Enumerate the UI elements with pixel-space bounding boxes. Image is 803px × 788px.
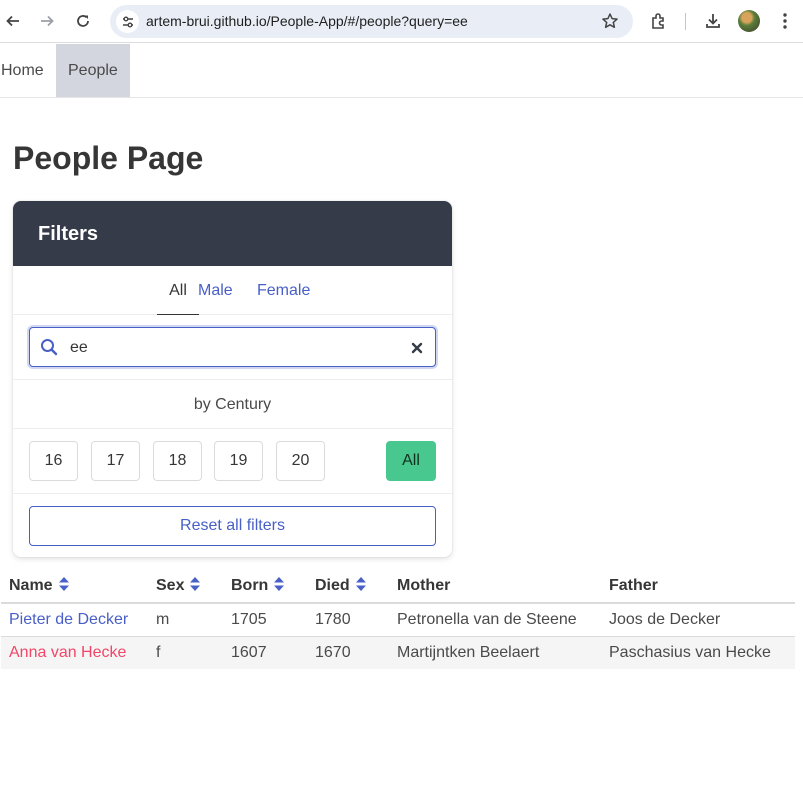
person-mother-cell: Martijntken Beelaert: [389, 636, 601, 669]
century-all-button[interactable]: All: [386, 441, 436, 481]
nav-people-link[interactable]: People: [56, 44, 130, 97]
column-header-label: Sex: [156, 576, 185, 594]
menu-kebab-icon[interactable]: [772, 8, 798, 34]
search-block: ee: [13, 315, 452, 380]
person-born-cell: 1607: [223, 636, 307, 669]
sort-icon[interactable]: [58, 576, 69, 596]
person-born-cell: 1705: [223, 603, 307, 637]
person-father-cell: Paschasius van Hecke: [601, 636, 795, 669]
person-sex-cell: f: [148, 636, 223, 669]
reload-icon[interactable]: [70, 8, 96, 34]
site-info-icon[interactable]: [116, 10, 139, 33]
sort-icon[interactable]: [274, 576, 285, 596]
person-name-cell: Pieter de Decker: [1, 603, 148, 637]
filters-panel: Filters All Male Female ee by Century 16…: [13, 201, 452, 557]
person-died-cell: 1780: [307, 603, 389, 637]
person-father-cell: Joos de Decker: [601, 603, 795, 637]
column-header-died[interactable]: Died: [307, 570, 389, 604]
search-value: ee: [70, 339, 88, 356]
person-name-cell: Anna van Hecke: [1, 636, 148, 669]
century-19-button[interactable]: 19: [214, 441, 263, 481]
nav-home-link[interactable]: Home: [0, 44, 56, 97]
toolbar-separator: [685, 13, 686, 30]
column-header-sex[interactable]: Sex: [148, 570, 223, 604]
browser-toolbar: artem-brui.github.io/People-App/#/people…: [0, 0, 803, 43]
tab-all[interactable]: All: [157, 282, 199, 315]
sort-icon[interactable]: [190, 576, 201, 596]
extensions-icon[interactable]: [646, 8, 672, 34]
filters-heading: Filters: [13, 201, 452, 266]
table-header-row: Name Sex Born Died Mother Father: [1, 570, 795, 604]
table-row: Anna van Hecke f 1607 1670 Martijntken B…: [1, 636, 795, 669]
tab-female[interactable]: Female: [257, 282, 310, 300]
main-navbar: Home People: [0, 44, 803, 98]
reset-block: Reset all filters: [13, 494, 452, 557]
column-header-label: Born: [231, 576, 269, 594]
column-header-label: Died: [315, 576, 350, 594]
tab-male[interactable]: Male: [198, 282, 233, 300]
century-label: by Century: [13, 380, 452, 429]
person-died-cell: 1670: [307, 636, 389, 669]
person-sex-cell: m: [148, 603, 223, 637]
column-header-mother: Mother: [389, 570, 601, 604]
century-17-button[interactable]: 17: [91, 441, 140, 481]
bookmark-star-icon[interactable]: [601, 12, 619, 30]
sort-icon[interactable]: [355, 576, 366, 596]
clear-search-icon[interactable]: [411, 341, 423, 359]
person-link[interactable]: Pieter de Decker: [9, 611, 128, 628]
table-row: Pieter de Decker m 1705 1780 Petronella …: [1, 603, 795, 637]
download-icon[interactable]: [700, 8, 726, 34]
century-buttons: 16 17 18 19 20 All: [13, 429, 452, 494]
column-header-label: Name: [9, 576, 53, 594]
century-20-button[interactable]: 20: [276, 441, 325, 481]
search-input[interactable]: ee: [29, 327, 436, 367]
reset-filters-button[interactable]: Reset all filters: [29, 506, 436, 546]
column-header-father: Father: [601, 570, 795, 604]
sex-tabs: All Male Female: [13, 266, 452, 315]
person-mother-cell: Petronella van de Steene: [389, 603, 601, 637]
search-icon: [40, 338, 58, 361]
back-icon[interactable]: [0, 8, 26, 34]
page-title: People Page: [13, 140, 204, 176]
century-18-button[interactable]: 18: [153, 441, 202, 481]
profile-avatar[interactable]: [738, 10, 760, 32]
people-table: Name Sex Born Died Mother Father Pieter …: [1, 570, 795, 669]
address-bar[interactable]: artem-brui.github.io/People-App/#/people…: [110, 5, 633, 38]
forward-icon[interactable]: [34, 8, 60, 34]
person-link[interactable]: Anna van Hecke: [9, 644, 126, 661]
column-header-born[interactable]: Born: [223, 570, 307, 604]
column-header-name[interactable]: Name: [1, 570, 148, 604]
url-text: artem-brui.github.io/People-App/#/people…: [146, 13, 468, 29]
century-16-button[interactable]: 16: [29, 441, 78, 481]
